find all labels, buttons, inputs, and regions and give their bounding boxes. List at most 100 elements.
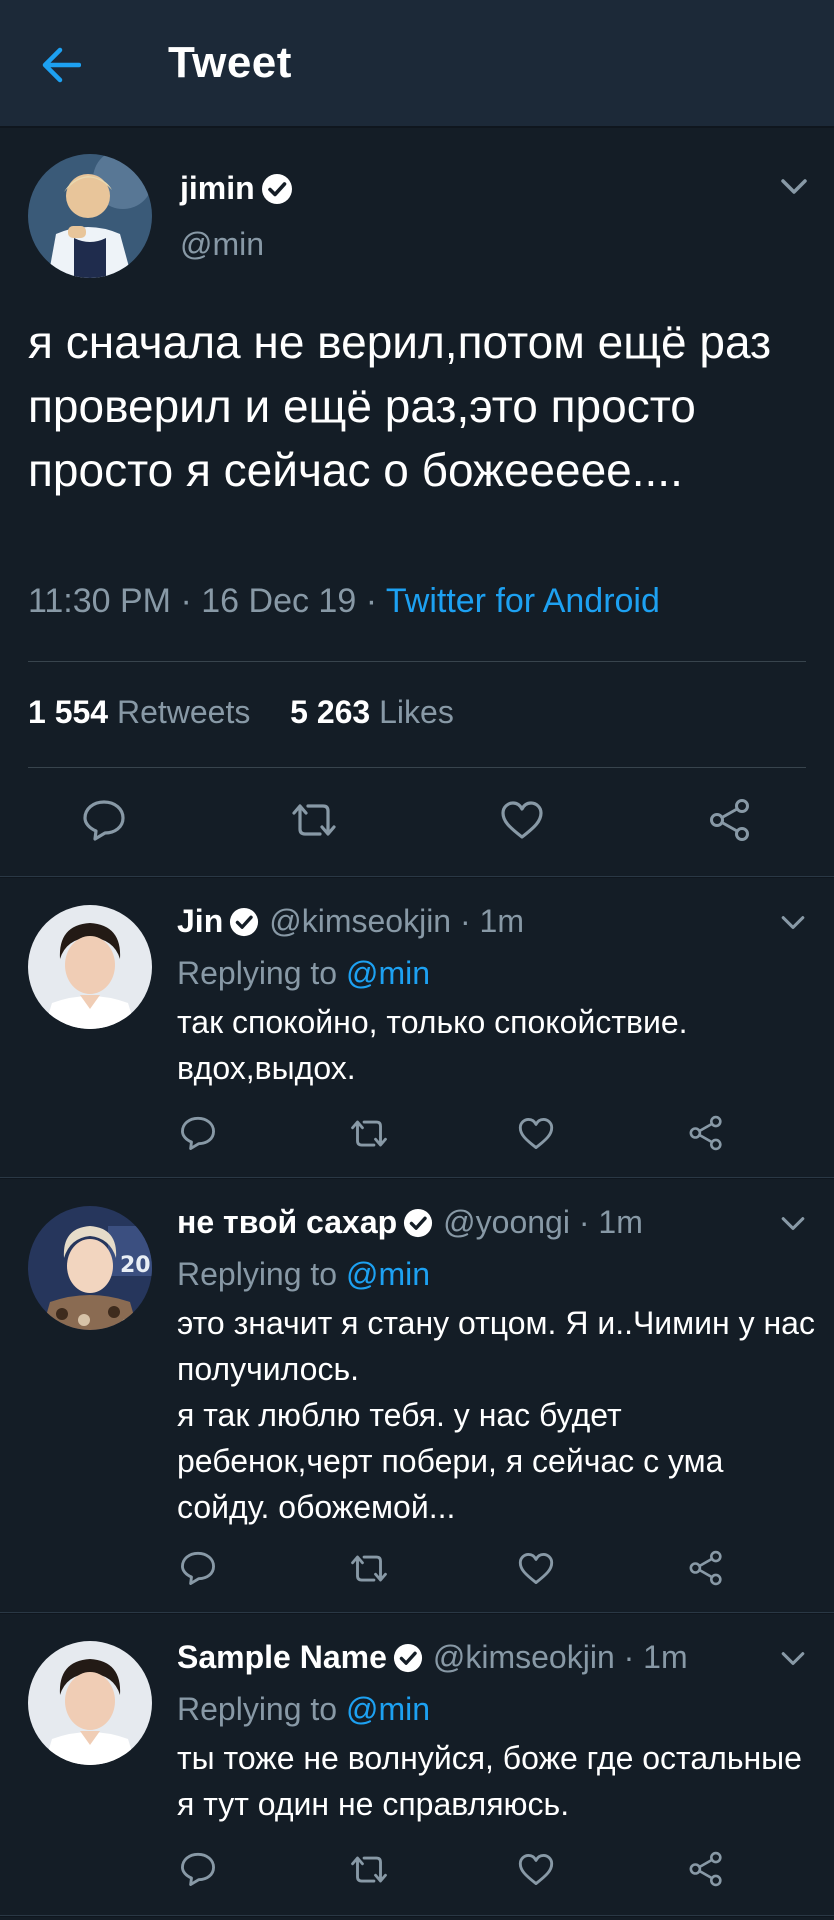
divider [0, 876, 834, 878]
like-icon [501, 801, 543, 839]
retweet-button[interactable] [344, 1111, 394, 1155]
author-handle[interactable]: @min [180, 226, 264, 263]
reply-text-line: я так люблю тебя. у нас будет ребенок,че… [177, 1397, 724, 1525]
like-button[interactable] [494, 796, 550, 844]
divider [0, 1612, 834, 1614]
tweet-menu-button[interactable] [780, 178, 808, 201]
tweet-meta: 11:30 PM · 16 Dec 19 · Twitter for Andro… [28, 582, 660, 621]
reply-icon [181, 1852, 215, 1886]
author-name[interactable]: Jin [177, 903, 223, 940]
tweet-source-link[interactable]: Twitter for Android [386, 582, 660, 620]
tweet-actions [0, 1538, 834, 1602]
verified-badge-icon [261, 173, 293, 205]
author-handle[interactable]: @kimseokjin · 1m [269, 903, 524, 940]
retweet-icon [351, 1856, 387, 1882]
reply-text: это значит я стану отцом. Я и..Чимин у н… [177, 1300, 817, 1530]
verified-badge-icon [229, 907, 259, 937]
replying-to-mention[interactable]: @min [346, 1691, 430, 1727]
reply-text-line: ты тоже не волнуйся, боже где остальные … [177, 1740, 802, 1822]
replying-to-mention[interactable]: @min [346, 1256, 430, 1292]
verified-badge-icon [393, 1643, 423, 1673]
retweet-button[interactable] [344, 1546, 394, 1590]
avatar[interactable] [28, 905, 152, 1029]
share-icon [689, 1851, 722, 1887]
divider [0, 1177, 834, 1179]
retweet-icon [292, 804, 336, 836]
chevron-down-icon [781, 1217, 805, 1230]
back-button[interactable] [36, 40, 86, 90]
retweet-button[interactable] [284, 796, 344, 844]
reply-text-line: это значит я стану отцом. Я и..Чимин у н… [177, 1305, 815, 1387]
retweets-count[interactable]: 1 554 [28, 694, 108, 730]
like-icon [518, 1552, 554, 1584]
main-tweet: jimin @min я сначала не верил,потом ещё … [0, 130, 834, 875]
reply-button[interactable] [176, 1847, 220, 1891]
avatar[interactable] [28, 1641, 152, 1765]
author-handle[interactable]: @yoongi · 1m [443, 1204, 643, 1241]
avatar[interactable] [28, 154, 152, 278]
tweet-menu-button[interactable] [780, 1216, 806, 1237]
likes-count[interactable]: 5 263 [290, 694, 370, 730]
author-row: не твой сахар @yoongi · 1m [177, 1204, 643, 1241]
reply-tweet[interactable]: Sample Name @kimseokjin · 1m Replying to… [0, 1615, 834, 1915]
replying-to: Replying to @min [177, 1691, 430, 1728]
share-icon [710, 799, 749, 841]
tweet-actions [0, 780, 834, 860]
tweet-time: 11:30 PM [28, 582, 172, 620]
tweet-date: 16 Dec 19 [201, 582, 357, 620]
replying-to: Replying to @min [177, 955, 430, 992]
like-icon [518, 1117, 554, 1149]
author-row: Sample Name @kimseokjin · 1m [177, 1639, 688, 1676]
likes-label[interactable]: Likes [379, 694, 454, 730]
replying-to-label: Replying to [177, 955, 338, 991]
reply-icon [181, 1551, 215, 1585]
page-title: Tweet [168, 38, 292, 87]
like-icon [518, 1853, 554, 1885]
reply-text: ты тоже не волнуйся, боже где остальные … [177, 1735, 817, 1827]
reply-tweet[interactable]: Jin @kimseokjin · 1m Replying to @min та… [0, 879, 834, 1177]
reply-button[interactable] [76, 796, 132, 844]
author-name[interactable]: не твой сахар [177, 1204, 397, 1241]
tweet-menu-button[interactable] [780, 915, 806, 936]
reply-text-line: так спокойно, только спокойствие. вдох,в… [177, 1004, 688, 1086]
author-name[interactable]: Sample Name [177, 1639, 387, 1676]
retweet-button[interactable] [344, 1847, 394, 1891]
reply-icon [83, 800, 125, 841]
reply-icon [181, 1116, 215, 1150]
meta-separator: · [365, 582, 378, 620]
tweet-menu-button[interactable] [780, 1651, 806, 1672]
author-handle[interactable]: @kimseokjin · 1m [433, 1639, 688, 1676]
like-button[interactable] [514, 1546, 558, 1590]
top-app-bar: Tweet [0, 0, 834, 128]
replying-to-label: Replying to [177, 1691, 338, 1727]
share-icon [689, 1115, 722, 1151]
arrow-left-icon [42, 47, 81, 83]
author-row: Jin @kimseokjin · 1m [177, 903, 524, 940]
chevron-down-icon [781, 1652, 805, 1665]
chevron-down-icon [781, 916, 805, 929]
author-row: jimin [180, 170, 293, 207]
chevron-down-icon [781, 179, 807, 194]
author-name[interactable]: jimin [180, 170, 255, 207]
avatar[interactable]: 201 [28, 1206, 152, 1330]
tweet-actions [0, 1839, 834, 1903]
share-button[interactable] [684, 1111, 728, 1155]
retweet-icon [351, 1555, 387, 1581]
share-button[interactable] [702, 796, 758, 844]
like-button[interactable] [514, 1847, 558, 1891]
verified-badge-icon [403, 1208, 433, 1238]
share-button[interactable] [684, 1847, 728, 1891]
share-icon [689, 1550, 722, 1586]
divider [28, 767, 806, 768]
reply-button[interactable] [176, 1111, 220, 1155]
replying-to-mention[interactable]: @min [346, 955, 430, 991]
divider [0, 1915, 834, 1917]
retweets-label[interactable]: Retweets [117, 694, 250, 730]
like-button[interactable] [514, 1111, 558, 1155]
meta-separator: · [180, 582, 192, 620]
reply-button[interactable] [176, 1546, 220, 1590]
share-button[interactable] [684, 1546, 728, 1590]
reply-tweet[interactable]: 201 не твой сахар @yoongi · 1m Replying … [0, 1180, 834, 1612]
retweet-icon [351, 1120, 387, 1146]
tweet-stats: 1 554 Retweets 5 263 Likes [28, 694, 454, 731]
